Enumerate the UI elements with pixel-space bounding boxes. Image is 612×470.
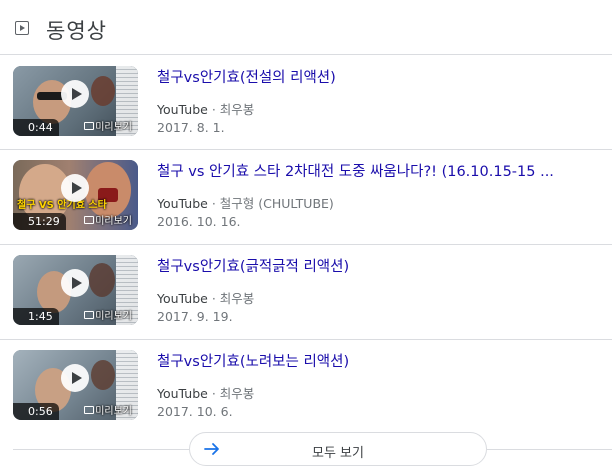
show-all-button[interactable]: 모두 보기 (189, 432, 487, 466)
meta-separator: · (211, 386, 216, 401)
video-duration: 0:56 (13, 403, 59, 420)
video-result-1[interactable]: 0:44 미리보기 철구vs안기효(전설의 리액션) YouTube · 최우봉… (0, 54, 612, 150)
preview-label: 미리보기 (95, 122, 132, 133)
video-thumbnail[interactable]: 철구 VS 안기효 스타 51:29 미리보기 (13, 160, 138, 230)
preview-label: 미리보기 (95, 311, 132, 322)
preview-icon (84, 406, 94, 414)
videos-section-header: 동영상 (0, 0, 612, 55)
video-source-line: YouTube · 철구형 (CHULTUBE) (157, 193, 334, 212)
section-title: 동영상 (46, 19, 107, 43)
video-result-2[interactable]: 철구 VS 안기효 스타 51:29 미리보기 철구 vs 안기효 스타 2차대… (0, 149, 612, 245)
video-title-link[interactable]: 철구vs안기효(노려보는 리액션) (157, 350, 349, 371)
preview-icon (84, 311, 94, 319)
preview-label: 미리보기 (95, 216, 132, 227)
video-play-icon (15, 21, 29, 35)
meta-separator: · (211, 102, 216, 117)
video-duration: 0:44 (13, 119, 59, 136)
show-all-label: 모두 보기 (312, 446, 364, 461)
video-title-link[interactable]: 철구vs안기효(전설의 리액션) (157, 66, 336, 87)
play-icon (61, 269, 89, 297)
video-thumbnail[interactable]: 0:56 미리보기 (13, 350, 138, 420)
thumbnail-overlay-text: 철구 VS 안기효 스타 (17, 200, 107, 211)
video-date: 2017. 9. 19. (157, 309, 233, 324)
play-icon (61, 174, 89, 202)
video-channel: 최우봉 (219, 386, 255, 401)
video-result-3[interactable]: 1:45 미리보기 철구vs안기효(긁적긁적 리액션) YouTube · 최우… (0, 244, 612, 340)
video-source-line: YouTube · 최우봉 (157, 288, 254, 307)
video-source: YouTube (157, 196, 208, 211)
video-result-4[interactable]: 0:56 미리보기 철구vs안기효(노려보는 리액션) YouTube · 최우… (0, 339, 612, 434)
play-icon (61, 364, 89, 392)
preview-icon (84, 216, 94, 224)
divider (487, 449, 612, 450)
meta-separator: · (211, 291, 216, 306)
video-channel: 최우봉 (219, 291, 255, 306)
divider (13, 449, 189, 450)
video-source: YouTube (157, 291, 208, 306)
video-channel: 철구형 (CHULTUBE) (219, 196, 334, 211)
video-source: YouTube (157, 102, 208, 117)
meta-separator: · (211, 196, 216, 211)
video-source-line: YouTube · 최우봉 (157, 99, 254, 118)
video-channel: 최우봉 (219, 102, 255, 117)
video-title-link[interactable]: 철구vs안기효(긁적긁적 리액션) (157, 255, 349, 276)
video-date: 2016. 10. 16. (157, 214, 241, 229)
video-duration: 51:29 (13, 213, 66, 230)
play-icon (61, 80, 89, 108)
video-source-line: YouTube · 최우봉 (157, 383, 254, 402)
video-duration: 1:45 (13, 308, 59, 325)
video-date: 2017. 10. 6. (157, 404, 233, 419)
video-thumbnail[interactable]: 1:45 미리보기 (13, 255, 138, 325)
preview-icon (84, 122, 94, 130)
preview-label: 미리보기 (95, 406, 132, 417)
video-source: YouTube (157, 386, 208, 401)
video-title-link[interactable]: 철구 vs 안기효 스타 2차대전 도중 싸움나다?! (16.10.15-15… (157, 160, 554, 181)
video-thumbnail[interactable]: 0:44 미리보기 (13, 66, 138, 136)
video-date: 2017. 8. 1. (157, 120, 225, 135)
